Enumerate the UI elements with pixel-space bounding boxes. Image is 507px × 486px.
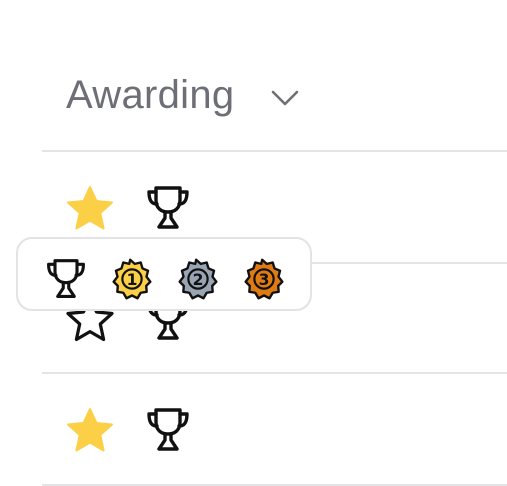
medal-silver-icon[interactable]: 2: [176, 257, 220, 301]
chevron-down-icon: [272, 90, 299, 106]
star-filled-icon[interactable]: [66, 407, 114, 453]
trophy-icon[interactable]: [44, 257, 88, 301]
medal-number: 1: [127, 271, 138, 289]
medal-number: 2: [193, 271, 204, 289]
trophy-icon[interactable]: [144, 407, 192, 453]
divider: [42, 372, 507, 374]
trophy-icon[interactable]: [144, 185, 192, 231]
awarding-dropdown[interactable]: Awarding: [66, 70, 300, 120]
award-picker-popup: 1 2 3: [16, 237, 312, 311]
divider: [42, 150, 507, 152]
medal-bronze-icon[interactable]: 3: [242, 257, 286, 301]
medal-gold-icon[interactable]: 1: [110, 257, 154, 301]
medal-number: 3: [259, 271, 270, 289]
page-title: Awarding: [66, 72, 235, 117]
star-filled-icon[interactable]: [66, 185, 114, 231]
